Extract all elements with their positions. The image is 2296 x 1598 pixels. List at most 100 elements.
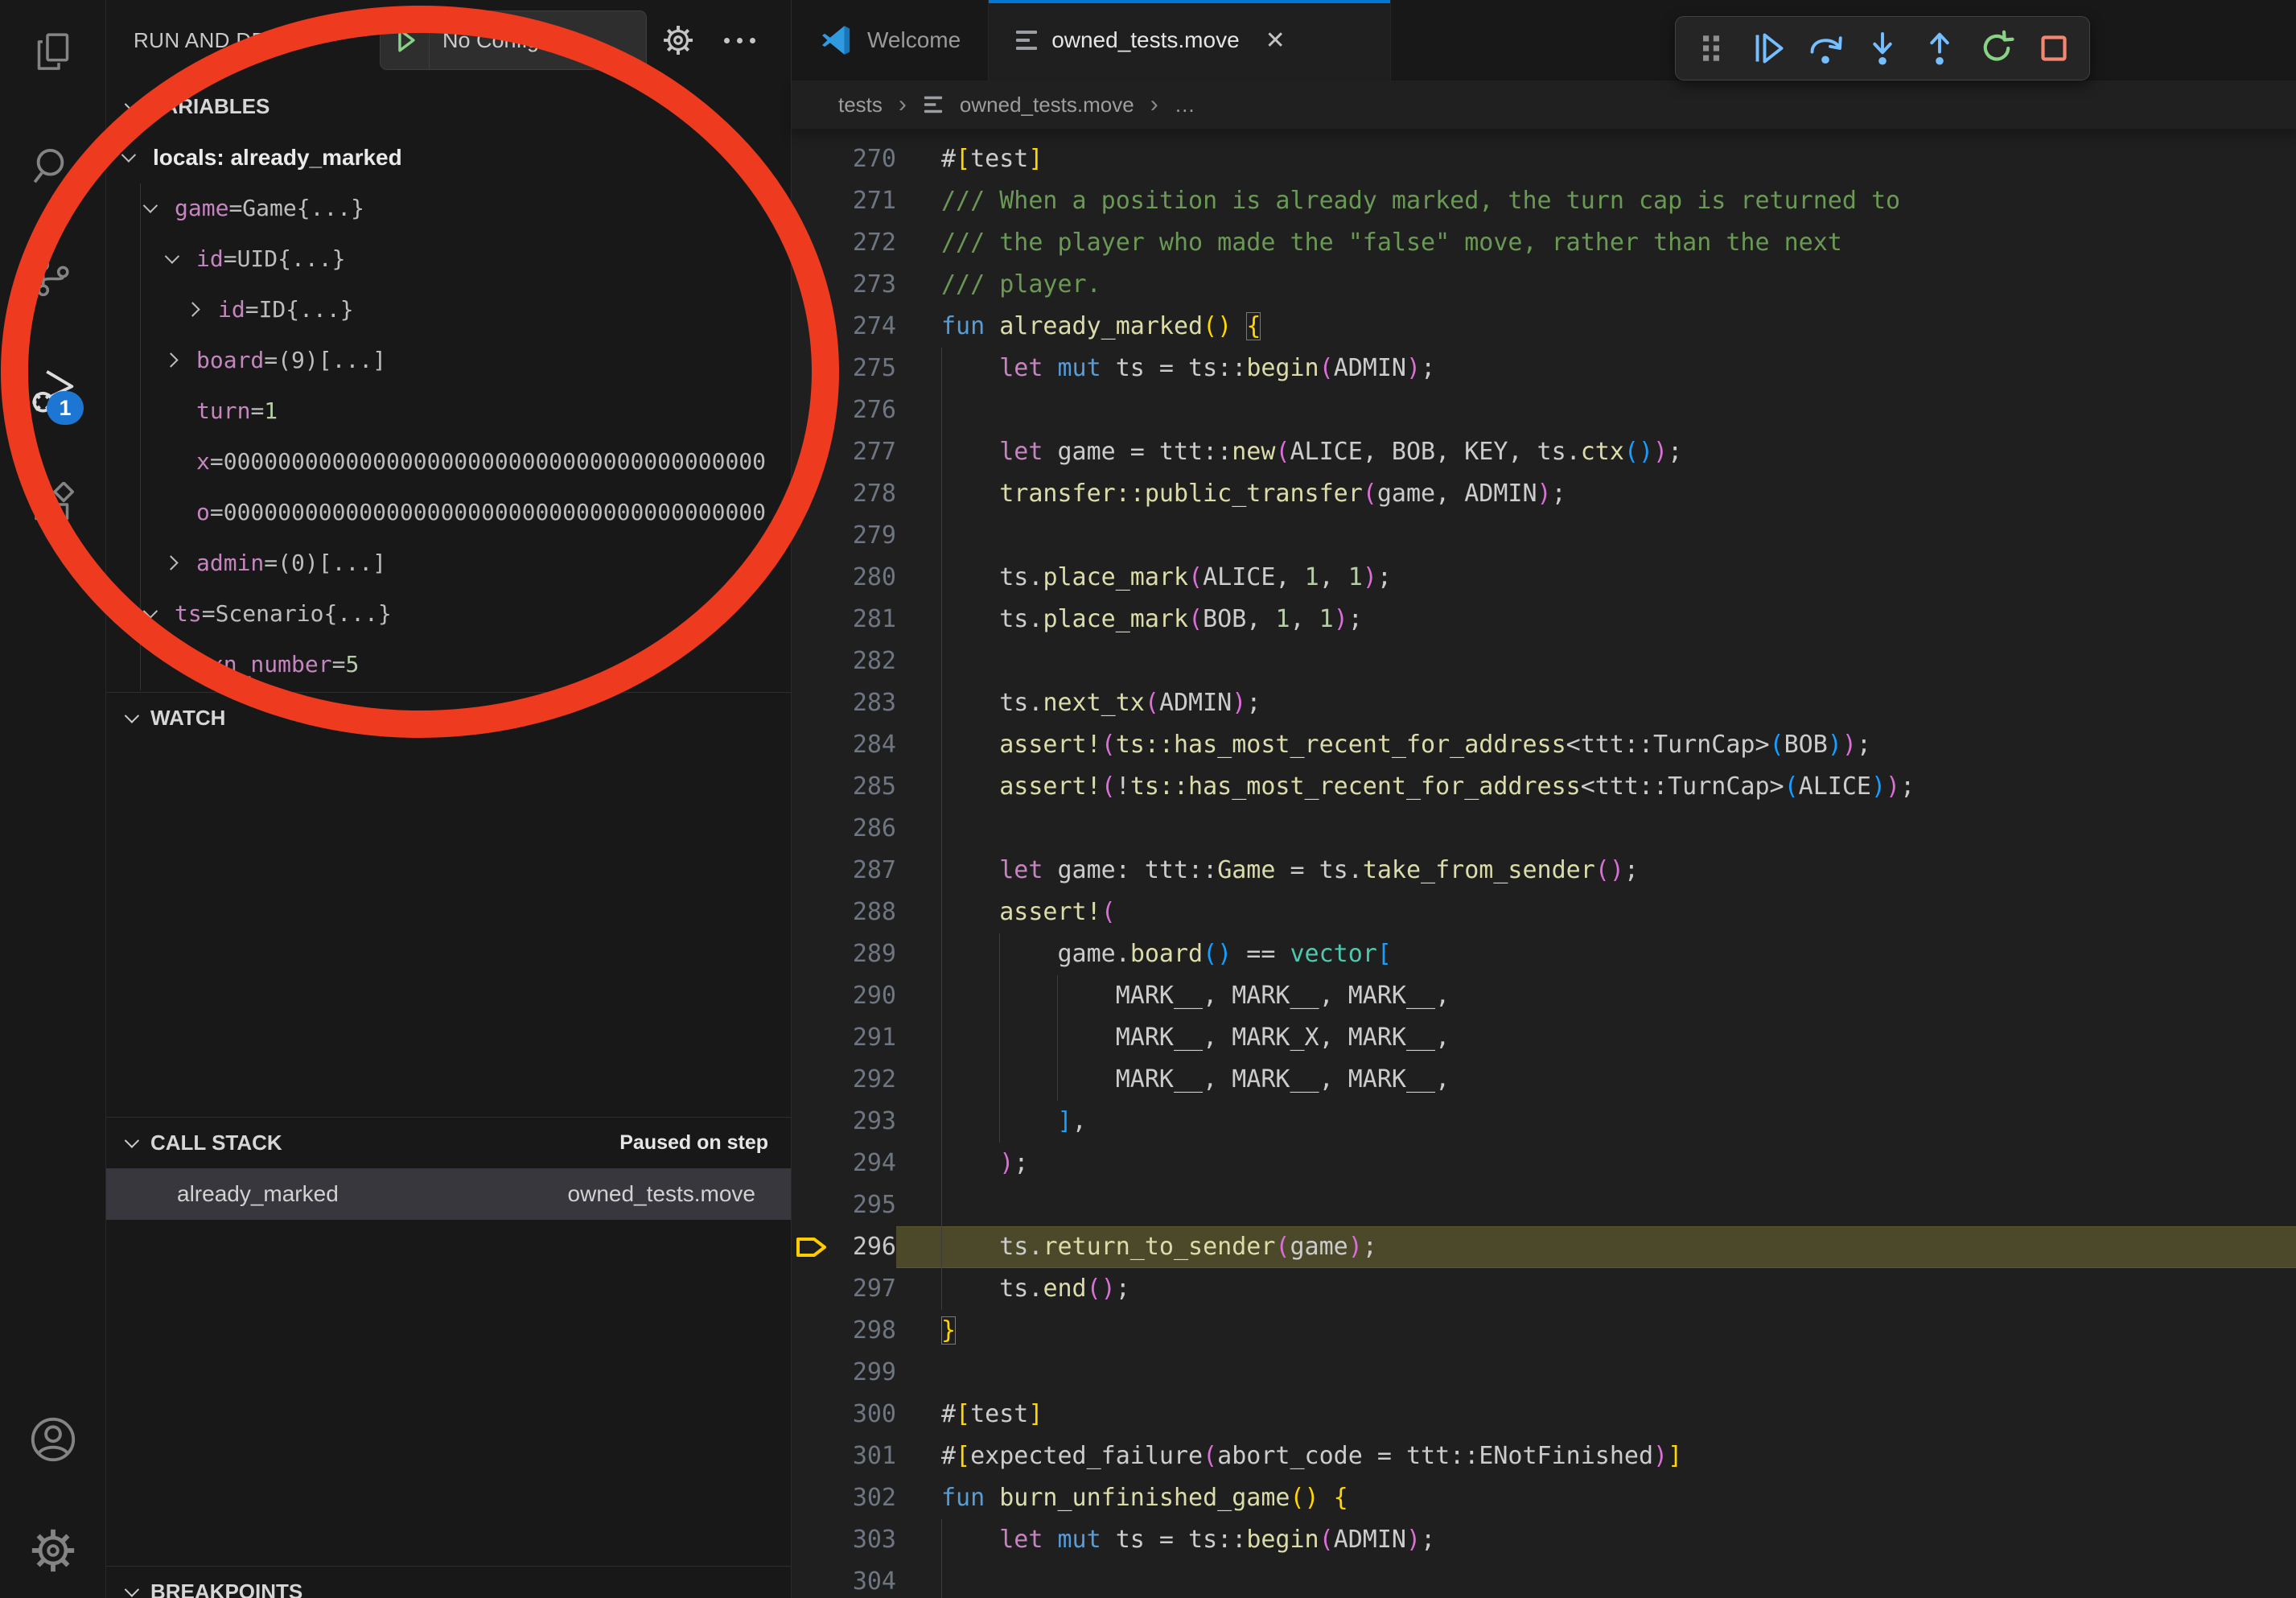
sidebar-item-extensions[interactable]: [0, 460, 105, 549]
breakpoint-margin[interactable]: [792, 1435, 838, 1477]
stop-button[interactable]: [2033, 27, 2075, 69]
breadcrumb-item-tests[interactable]: tests: [838, 93, 883, 117]
line-content[interactable]: [896, 389, 2296, 431]
code-line[interactable]: 298}: [792, 1310, 2296, 1352]
breakpoint-margin[interactable]: [792, 306, 838, 348]
breakpoint-margin[interactable]: [792, 222, 838, 264]
line-content[interactable]: ts.place_mark(BOB, 1, 1);: [896, 599, 2296, 640]
code-line[interactable]: 273/// player.: [792, 264, 2296, 306]
breakpoint-margin[interactable]: [792, 557, 838, 599]
line-content[interactable]: fun burn_unfinished_game() {: [896, 1477, 2296, 1519]
breakpoint-margin[interactable]: [792, 431, 838, 473]
breakpoint-margin[interactable]: [792, 138, 838, 180]
line-content[interactable]: let mut ts = ts::begin(ADMIN);: [896, 348, 2296, 389]
breakpoint-margin[interactable]: [792, 264, 838, 306]
twistie-right-icon[interactable]: [186, 304, 218, 315]
breakpoint-margin[interactable]: [792, 515, 838, 557]
code-line[interactable]: 277 let game = ttt::new(ALICE, BOB, KEY,…: [792, 431, 2296, 473]
twistie-down-icon[interactable]: [164, 253, 196, 264]
line-content[interactable]: #[test]: [896, 1394, 2296, 1435]
call-stack-frame[interactable]: already_marked owned_tests.move: [106, 1168, 791, 1220]
line-content[interactable]: let mut ts = ts::begin(ADMIN);: [896, 1519, 2296, 1561]
code-line[interactable]: 304: [792, 1561, 2296, 1598]
tab-welcome[interactable]: Welcome: [792, 0, 989, 80]
code-line[interactable]: 285 assert!(!ts::has_most_recent_for_add…: [792, 766, 2296, 808]
line-content[interactable]: ts.end();: [896, 1268, 2296, 1310]
code-line[interactable]: 302fun burn_unfinished_game() {: [792, 1477, 2296, 1519]
code-line[interactable]: 291 MARK__, MARK_X, MARK__,: [792, 1017, 2296, 1059]
line-content[interactable]: #[expected_failure(abort_code = ttt::ENo…: [896, 1435, 2296, 1477]
restart-button[interactable]: [1976, 27, 2018, 69]
code-line[interactable]: 293 ],: [792, 1101, 2296, 1143]
code-line[interactable]: 290 MARK__, MARK__, MARK__,: [792, 975, 2296, 1017]
code-line[interactable]: 282: [792, 640, 2296, 682]
code-line[interactable]: 276: [792, 389, 2296, 431]
line-content[interactable]: MARK__, MARK__, MARK__,: [896, 1059, 2296, 1101]
breakpoint-margin[interactable]: [792, 1394, 838, 1435]
line-content[interactable]: #[test]: [896, 138, 2296, 180]
breakpoint-margin[interactable]: [792, 724, 838, 766]
code-line[interactable]: 270#[test]: [792, 138, 2296, 180]
breadcrumb-item-file[interactable]: owned_tests.move: [960, 93, 1134, 117]
line-content[interactable]: [896, 640, 2296, 682]
twistie-down-icon[interactable]: [121, 152, 153, 163]
twistie-down-icon[interactable]: [142, 608, 175, 619]
variable-row[interactable]: o = 000000000000000000000000000000000000…: [106, 487, 791, 537]
breakpoint-margin[interactable]: [792, 1059, 838, 1101]
scope-row[interactable]: locals: already_marked: [106, 132, 791, 183]
breakpoint-margin[interactable]: [792, 389, 838, 431]
breakpoint-margin[interactable]: [792, 1143, 838, 1184]
breakpoint-margin[interactable]: [792, 1477, 838, 1519]
line-content[interactable]: }: [896, 1310, 2296, 1352]
code-line[interactable]: 292 MARK__, MARK__, MARK__,: [792, 1059, 2296, 1101]
line-content[interactable]: ts.next_tx(ADMIN);: [896, 682, 2296, 724]
sidebar-item-search[interactable]: [0, 122, 105, 211]
line-content[interactable]: [896, 1184, 2296, 1226]
breakpoint-margin[interactable]: [792, 1310, 838, 1352]
breakpoint-margin[interactable]: [792, 640, 838, 682]
step-into-button[interactable]: [1862, 27, 1903, 69]
line-content[interactable]: /// player.: [896, 264, 2296, 306]
sidebar-item-run-and-debug[interactable]: 1: [0, 349, 105, 438]
breakpoint-margin[interactable]: [792, 348, 838, 389]
breakpoint-margin[interactable]: [792, 1519, 838, 1561]
code-line[interactable]: 287 let game: ttt::Game = ts.take_from_s…: [792, 850, 2296, 892]
line-content[interactable]: let game = ttt::new(ALICE, BOB, KEY, ts.…: [896, 431, 2296, 473]
breakpoints-section-header[interactable]: BREAKPOINTS: [106, 1566, 791, 1598]
line-content[interactable]: game.board() == vector[: [896, 933, 2296, 975]
breakpoint-margin[interactable]: [792, 599, 838, 640]
variable-row[interactable]: x = 000000000000000000000000000000000000…: [106, 436, 791, 487]
code-line[interactable]: 275 let mut ts = ts::begin(ADMIN);: [792, 348, 2296, 389]
breadcrumb-item-symbol[interactable]: …: [1175, 93, 1195, 117]
twistie-right-icon[interactable]: [164, 558, 196, 568]
line-content[interactable]: let game: ttt::Game = ts.take_from_sende…: [896, 850, 2296, 892]
continue-button[interactable]: [1747, 27, 1789, 69]
account-button[interactable]: [0, 1395, 105, 1484]
line-content[interactable]: transfer::public_transfer(game, ADMIN);: [896, 473, 2296, 515]
line-content[interactable]: MARK__, MARK__, MARK__,: [896, 975, 2296, 1017]
breakpoint-margin[interactable]: [792, 1226, 838, 1268]
line-content[interactable]: /// the player who made the "false" move…: [896, 222, 2296, 264]
breakpoint-margin[interactable]: [792, 892, 838, 933]
code-line[interactable]: 271/// When a position is already marked…: [792, 180, 2296, 222]
breakpoint-margin[interactable]: [792, 850, 838, 892]
code-line[interactable]: 283 ts.next_tx(ADMIN);: [792, 682, 2296, 724]
twistie-right-icon[interactable]: [164, 355, 196, 365]
breakpoint-margin[interactable]: [792, 975, 838, 1017]
sidebar-item-source-control[interactable]: [0, 233, 105, 322]
variable-row[interactable]: txn_number = 5: [106, 639, 791, 690]
line-content[interactable]: );: [896, 1143, 2296, 1184]
breakpoint-margin[interactable]: [792, 682, 838, 724]
code-line[interactable]: 295: [792, 1184, 2296, 1226]
variable-row[interactable]: board = (9)[...]: [106, 335, 791, 385]
code-line[interactable]: 286: [792, 808, 2296, 850]
more-actions-button[interactable]: [711, 0, 767, 80]
breakpoint-margin[interactable]: [792, 1561, 838, 1598]
watch-section-header[interactable]: WATCH: [106, 692, 791, 743]
twistie-down-icon[interactable]: [142, 203, 175, 213]
debug-config-dropdown[interactable]: No Configur: [380, 10, 647, 70]
variables-section-header[interactable]: VARIABLES: [106, 80, 791, 132]
code-line[interactable]: 300#[test]: [792, 1394, 2296, 1435]
code-editor[interactable]: 270#[test]271/// When a position is alre…: [792, 129, 2296, 1598]
line-content[interactable]: [896, 808, 2296, 850]
